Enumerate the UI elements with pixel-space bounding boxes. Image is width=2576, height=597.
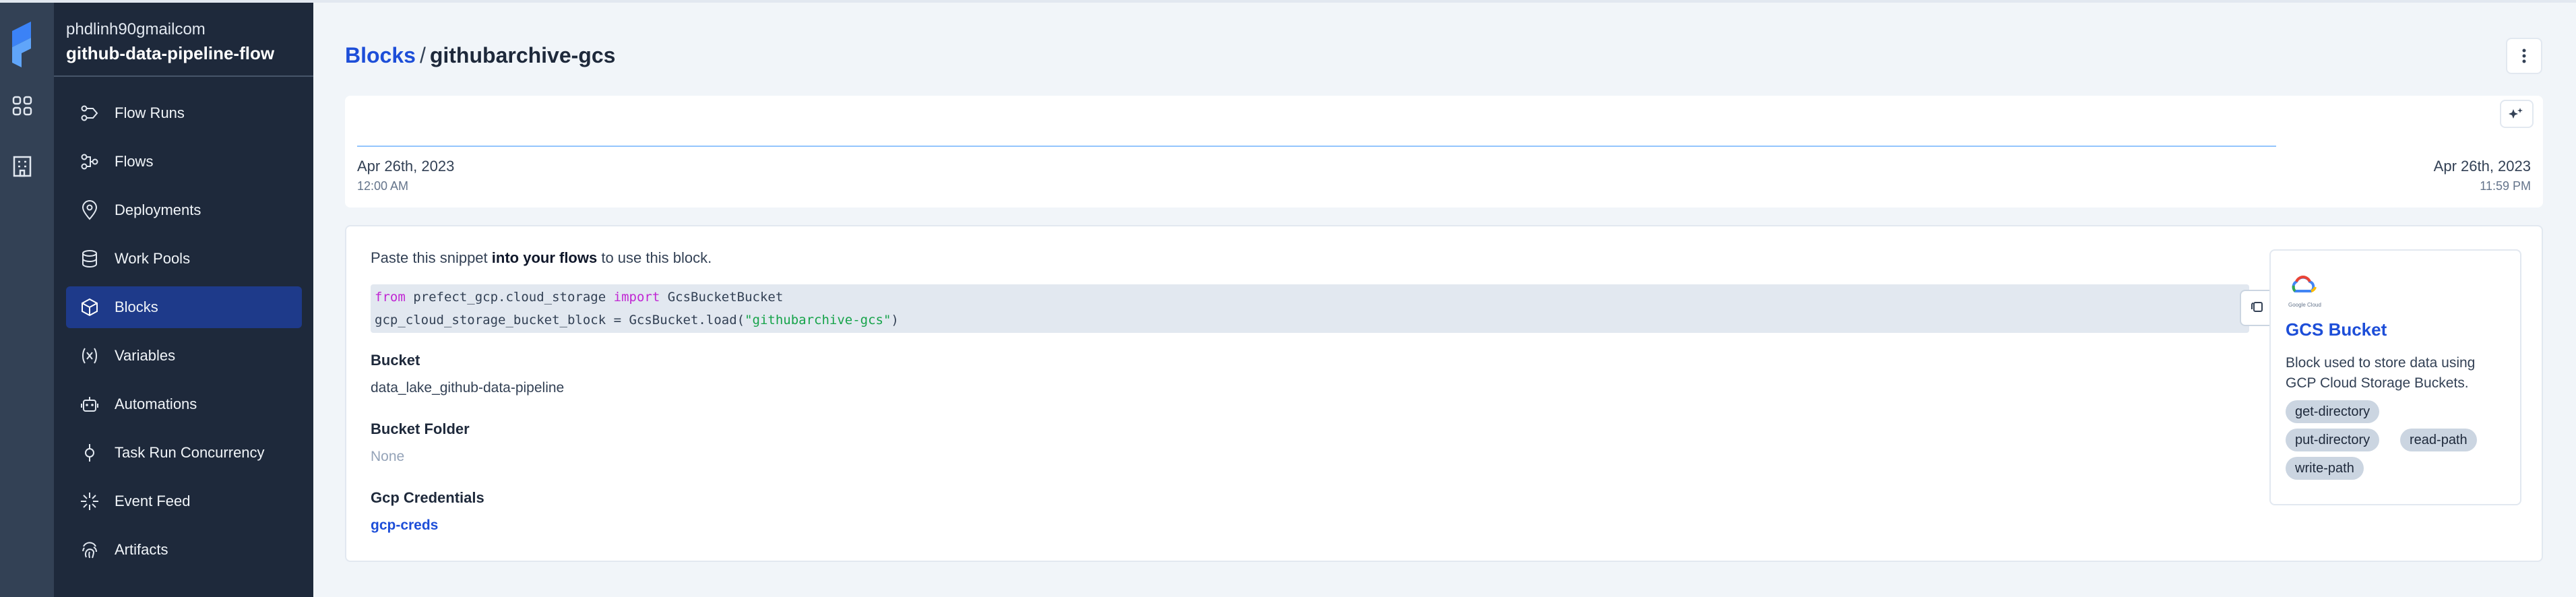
dashboard-grid-icon[interactable] — [11, 94, 34, 117]
sidebar-item-flow-runs[interactable]: Flow Runs — [66, 92, 302, 134]
fingerprint-icon — [82, 542, 97, 559]
block-type-card: Google Cloud GCS Bucket Block used to st… — [2269, 249, 2521, 505]
gcp-credentials-link[interactable]: gcp-creds — [371, 517, 438, 534]
field-label-bucket-folder: Bucket Folder — [371, 420, 470, 437]
kebab-menu-icon — [2522, 49, 2526, 63]
concurrency-icon — [85, 444, 94, 462]
timeline-axis — [357, 146, 2276, 147]
sidebar-item-label: Blocks — [115, 298, 158, 315]
code-snippet[interactable]: from prefect_gcp.cloud_storage import Gc… — [371, 284, 2276, 333]
sidebar-item-automations[interactable]: Automations — [66, 383, 302, 425]
field-label-gcp-credentials: Gcp Credentials — [371, 489, 484, 506]
capability-badge: get-directory — [2286, 400, 2380, 423]
sidebar-item-label: Automations — [115, 396, 197, 412]
logo-caption: Google Cloud — [2288, 302, 2321, 308]
flows-icon — [81, 154, 98, 170]
workspace-user: phdlinh90gmailcom — [66, 20, 206, 38]
capability-badge: write-path — [2286, 457, 2364, 480]
variable-icon — [82, 348, 97, 364]
prefect-logo-icon[interactable] — [8, 22, 38, 67]
icon-rail — [0, 3, 54, 597]
workspace-name[interactable]: github-data-pipeline-flow — [66, 43, 274, 64]
code-line-2: gcp_cloud_storage_bucket_block = GcsBuck… — [375, 313, 899, 327]
cube-icon — [82, 298, 98, 317]
more-actions-button[interactable] — [2506, 38, 2542, 74]
capability-badge: read-path — [2400, 429, 2477, 451]
event-feed-icon — [81, 493, 98, 510]
activity-timeline: Apr 26th, 2023 12:00 AM Apr 26th, 2023 1… — [345, 96, 2543, 208]
sidebar-item-label: Flows — [115, 153, 154, 170]
sidebar-item-flows[interactable]: Flows — [66, 141, 302, 183]
snippet-intro: Paste this snippet into your flows to us… — [371, 249, 712, 266]
sidebar-item-blocks[interactable]: Blocks — [66, 286, 302, 328]
timeline-end-date: Apr 26th, 2023 — [2433, 158, 2531, 175]
sidebar-item-deployments[interactable]: Deployments — [66, 189, 302, 231]
sidebar-item-task-run-concurrency[interactable]: Task Run Concurrency — [66, 432, 302, 474]
sidebar-item-label: Flow Runs — [115, 104, 185, 121]
breadcrumb-blocks-link[interactable]: Blocks — [345, 43, 416, 67]
capability-badge: put-directory — [2286, 429, 2380, 451]
timeline-end-time: 11:59 PM — [2480, 179, 2531, 193]
sidebar-item-work-pools[interactable]: Work Pools — [66, 238, 302, 280]
sidebar: phdlinh90gmailcom github-data-pipeline-f… — [54, 3, 313, 597]
sidebar-item-artifacts[interactable]: Artifacts — [66, 529, 302, 571]
field-value-bucket: data_lake_github-data-pipeline — [371, 380, 565, 396]
flow-runs-icon — [81, 105, 98, 121]
timeline-start-date: Apr 26th, 2023 — [357, 158, 455, 175]
breadcrumb-separator: / — [419, 43, 426, 67]
sidebar-item-label: Artifacts — [115, 541, 168, 558]
sparkle-icon — [2509, 108, 2523, 119]
breadcrumb: Blocks / githubarchive-gcs — [345, 43, 615, 68]
robot-icon — [81, 397, 98, 412]
sidebar-item-variables[interactable]: Variables — [66, 335, 302, 377]
block-details-card: Paste this snippet into your flows to us… — [345, 225, 2543, 562]
google-cloud-logo-icon — [2292, 276, 2317, 292]
field-label-bucket: Bucket — [371, 352, 420, 369]
sidebar-item-label: Variables — [115, 347, 176, 364]
field-value-bucket-folder: None — [371, 449, 405, 464]
sidebar-item-label: Event Feed — [115, 493, 191, 509]
building-icon[interactable] — [11, 155, 34, 178]
timeline-options-button[interactable] — [2500, 100, 2534, 128]
sidebar-divider — [54, 75, 313, 77]
timeline-start-time: 12:00 AM — [357, 179, 409, 193]
sidebar-item-event-feed[interactable]: Event Feed — [66, 480, 302, 522]
block-type-description: Block used to store data using GCP Cloud… — [2286, 355, 2476, 391]
database-icon — [82, 250, 97, 268]
page-title: githubarchive-gcs — [429, 43, 616, 67]
sidebar-item-label: Work Pools — [115, 250, 191, 267]
block-type-name[interactable]: GCS Bucket — [2286, 319, 2387, 340]
code-line-1: from prefect_gcp.cloud_storage import Gc… — [375, 290, 784, 305]
location-pin-icon — [82, 200, 98, 220]
sidebar-item-label: Task Run Concurrency — [115, 444, 265, 461]
sidebar-item-label: Deployments — [115, 201, 201, 218]
top-border — [0, 0, 2576, 3]
